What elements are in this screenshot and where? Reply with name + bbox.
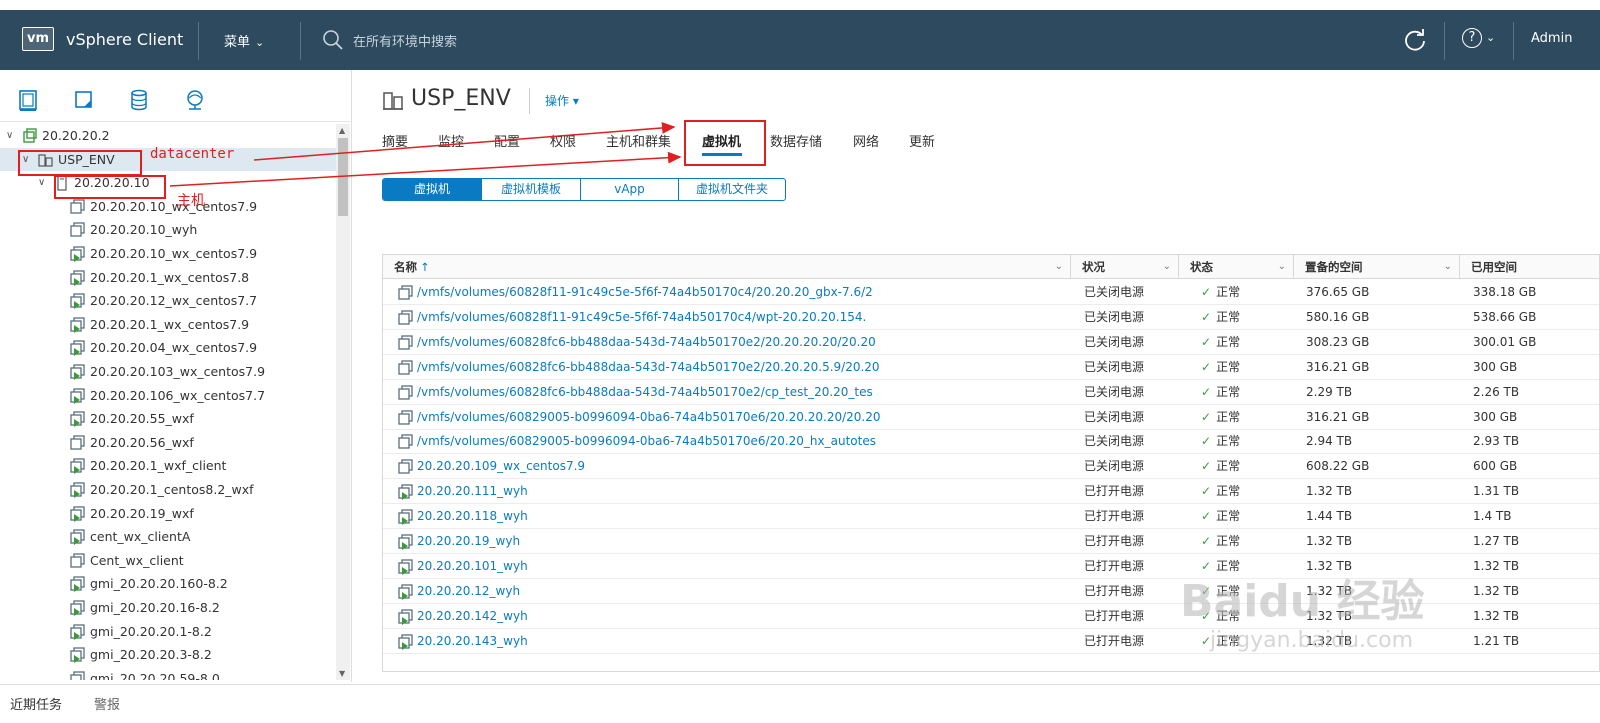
- baidu-watermark: Baidu 经验: [1180, 576, 1425, 627]
- annotation-arrow: [169, 151, 682, 187]
- baidu-watermark-url: jingyan.baidu.com: [1210, 628, 1414, 653]
- annotation-arrow: [253, 121, 676, 161]
